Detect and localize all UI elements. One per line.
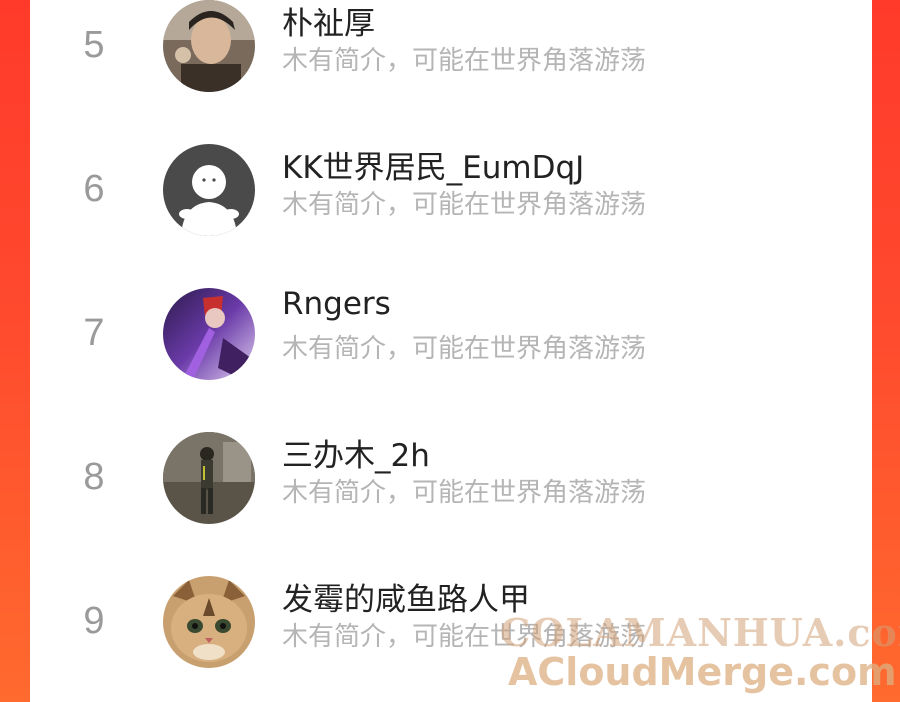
rank-number: 9 (83, 599, 105, 642)
rank-number: 5 (83, 23, 105, 66)
user-name[interactable]: 三办木_2h (282, 430, 430, 475)
user-bio: 木有简介，可能在世界角落游荡 (282, 46, 647, 76)
avatar[interactable] (163, 432, 255, 524)
list-item[interactable]: 6 KK世界居民_EumDqJ 木有简介，可能在世界角落游荡 (30, 134, 872, 244)
list-item[interactable]: 7 Rngers 木有简介，可能在世界角落游荡 (30, 278, 872, 388)
user-name[interactable]: Rngers (282, 286, 391, 322)
list-item[interactable]: 5 朴祉厚 木有简介，可能在世界角落游荡 (30, 0, 872, 100)
list-item[interactable]: 8 三办木_2h 木有简介，可能在世界角落游荡 (30, 422, 872, 532)
avatar[interactable] (163, 144, 255, 236)
watermark: ACloudMerge.com (508, 650, 897, 694)
avatar[interactable] (163, 576, 255, 668)
user-bio: 木有简介，可能在世界角落游荡 (282, 478, 647, 508)
avatar[interactable] (163, 0, 255, 92)
user-name[interactable]: KK世界居民_EumDqJ (282, 142, 584, 187)
user-bio: 木有简介，可能在世界角落游荡 (282, 190, 647, 220)
rank-number: 7 (83, 311, 105, 354)
ranking-list-panel: 5 朴祉厚 木有简介，可能在世界角落游荡 6 KK世界居民_EumDqJ 木有简… (30, 0, 872, 702)
watermark: COLAMANHUA.com (500, 610, 900, 655)
user-bio: 木有简介，可能在世界角落游荡 (282, 334, 647, 364)
user-name[interactable]: 朴祉厚 (282, 0, 375, 43)
rank-number: 6 (83, 167, 105, 210)
avatar[interactable] (163, 288, 255, 380)
rank-number: 8 (83, 455, 105, 498)
user-name[interactable]: 发霉的咸鱼路人甲 (282, 574, 530, 619)
